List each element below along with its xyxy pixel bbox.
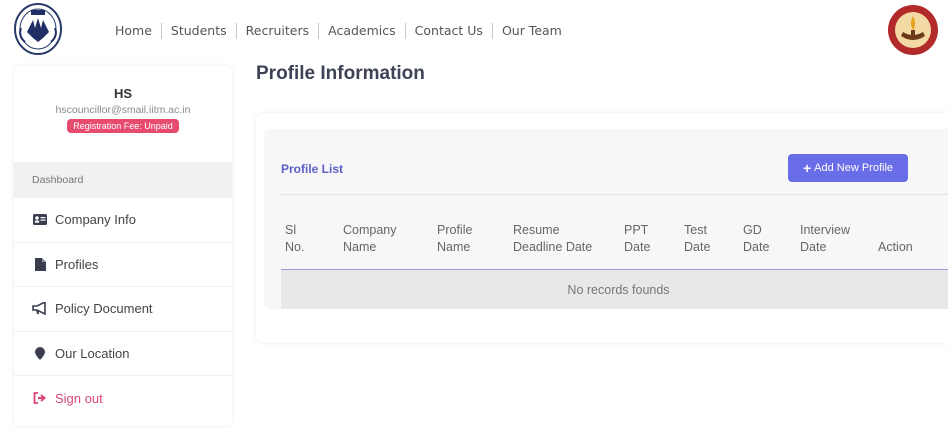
column-header-line: Interview bbox=[800, 223, 851, 237]
nav-our-team[interactable]: Our Team bbox=[491, 23, 571, 39]
column-header-line: Date bbox=[624, 240, 651, 254]
column-header-line: Resume bbox=[513, 223, 560, 237]
column-header-company-name[interactable]: Company Name bbox=[343, 222, 397, 256]
column-header-line: Date bbox=[684, 240, 711, 254]
nav-academics[interactable]: Academics bbox=[318, 23, 405, 39]
column-header-line: Sl bbox=[285, 223, 297, 237]
nav-home[interactable]: Home bbox=[110, 23, 161, 39]
sidebar-item-label: Policy Document bbox=[55, 301, 153, 317]
column-header-test-date[interactable]: Test Date bbox=[684, 222, 710, 256]
column-header-profile-name[interactable]: Profile Name bbox=[437, 222, 472, 256]
sidebar-item-label: Profiles bbox=[55, 256, 99, 272]
divider bbox=[281, 194, 948, 195]
page-title: Profile Information bbox=[256, 63, 425, 84]
sidebar-item-company-info[interactable]: Company Info bbox=[14, 198, 232, 243]
user-email: hscouncillor@smail.iitm.ac.in bbox=[55, 104, 191, 116]
column-header-line: Action bbox=[878, 240, 913, 254]
sidebar: HS hscouncillor@smail.iitm.ac.in Registr… bbox=[14, 66, 232, 426]
nav-students[interactable]: Students bbox=[160, 23, 236, 39]
column-header-line: Profile bbox=[437, 223, 473, 237]
column-header-action[interactable]: Action bbox=[878, 222, 913, 256]
sidebar-section-dashboard: Dashboard bbox=[14, 162, 232, 198]
top-navbar: Home Students Recruiters Academics Conta… bbox=[0, 0, 948, 62]
sign-out-icon bbox=[32, 392, 48, 405]
sidebar-item-label: Company Info bbox=[55, 212, 136, 228]
column-header-sl-no[interactable]: Sl No. bbox=[285, 222, 304, 256]
sidebar-item-policy-document[interactable]: Policy Document bbox=[14, 287, 232, 332]
nav-contact-us[interactable]: Contact Us bbox=[404, 23, 492, 39]
add-new-profile-label: Add New Profile bbox=[814, 162, 894, 174]
column-header-interview-date[interactable]: Interview Date bbox=[800, 222, 850, 256]
add-new-profile-button[interactable]: + Add New Profile bbox=[788, 154, 908, 182]
nav-recruiters[interactable]: Recruiters bbox=[235, 23, 318, 39]
main-nav: Home Students Recruiters Academics Conta… bbox=[110, 0, 571, 62]
sidebar-item-sign-out[interactable]: Sign out bbox=[14, 376, 232, 421]
plus-icon: + bbox=[802, 160, 812, 176]
column-header-line: Deadline Date bbox=[513, 240, 593, 254]
column-header-line: Company bbox=[343, 223, 397, 237]
column-header-line: No. bbox=[285, 240, 305, 254]
column-header-line: Date bbox=[800, 240, 827, 254]
map-pin-icon bbox=[32, 346, 48, 360]
column-header-line: Date bbox=[743, 240, 770, 254]
column-header-resume-deadline[interactable]: Resume Deadline Date bbox=[513, 222, 592, 256]
megaphone-icon bbox=[32, 302, 48, 316]
column-header-line: Test bbox=[684, 223, 707, 237]
column-header-gd-date[interactable]: GD Date bbox=[743, 222, 769, 256]
iitm-logo-right[interactable] bbox=[887, 4, 939, 56]
sidebar-item-label: Sign out bbox=[55, 390, 103, 406]
profile-list-title: Profile List bbox=[281, 162, 344, 176]
profile-list-panel: Profile List + Add New Profile Sl No. Co… bbox=[264, 129, 948, 309]
sidebar-item-our-location[interactable]: Our Location bbox=[14, 332, 232, 376]
column-header-line: PPT bbox=[624, 223, 649, 237]
file-icon bbox=[32, 257, 48, 271]
column-header-line: Name bbox=[343, 240, 377, 254]
institute-logo-left[interactable] bbox=[13, 2, 63, 57]
fee-status-badge: Registration Fee: Unpaid bbox=[67, 119, 179, 133]
column-header-line: GD bbox=[743, 223, 762, 237]
sidebar-item-profiles[interactable]: Profiles bbox=[14, 243, 232, 287]
user-name: HS bbox=[113, 86, 133, 101]
column-header-line bbox=[878, 222, 913, 239]
profile-card: Profile List + Add New Profile Sl No. Co… bbox=[256, 113, 948, 343]
id-card-icon bbox=[32, 214, 48, 226]
sidebar-item-label: Our Location bbox=[55, 345, 130, 361]
user-profile-card: HS hscouncillor@smail.iitm.ac.in Registr… bbox=[14, 66, 232, 162]
table-empty-row: No records founds bbox=[281, 270, 948, 309]
column-header-line: Name bbox=[437, 240, 471, 254]
column-header-ppt-date[interactable]: PPT Date bbox=[624, 222, 650, 256]
